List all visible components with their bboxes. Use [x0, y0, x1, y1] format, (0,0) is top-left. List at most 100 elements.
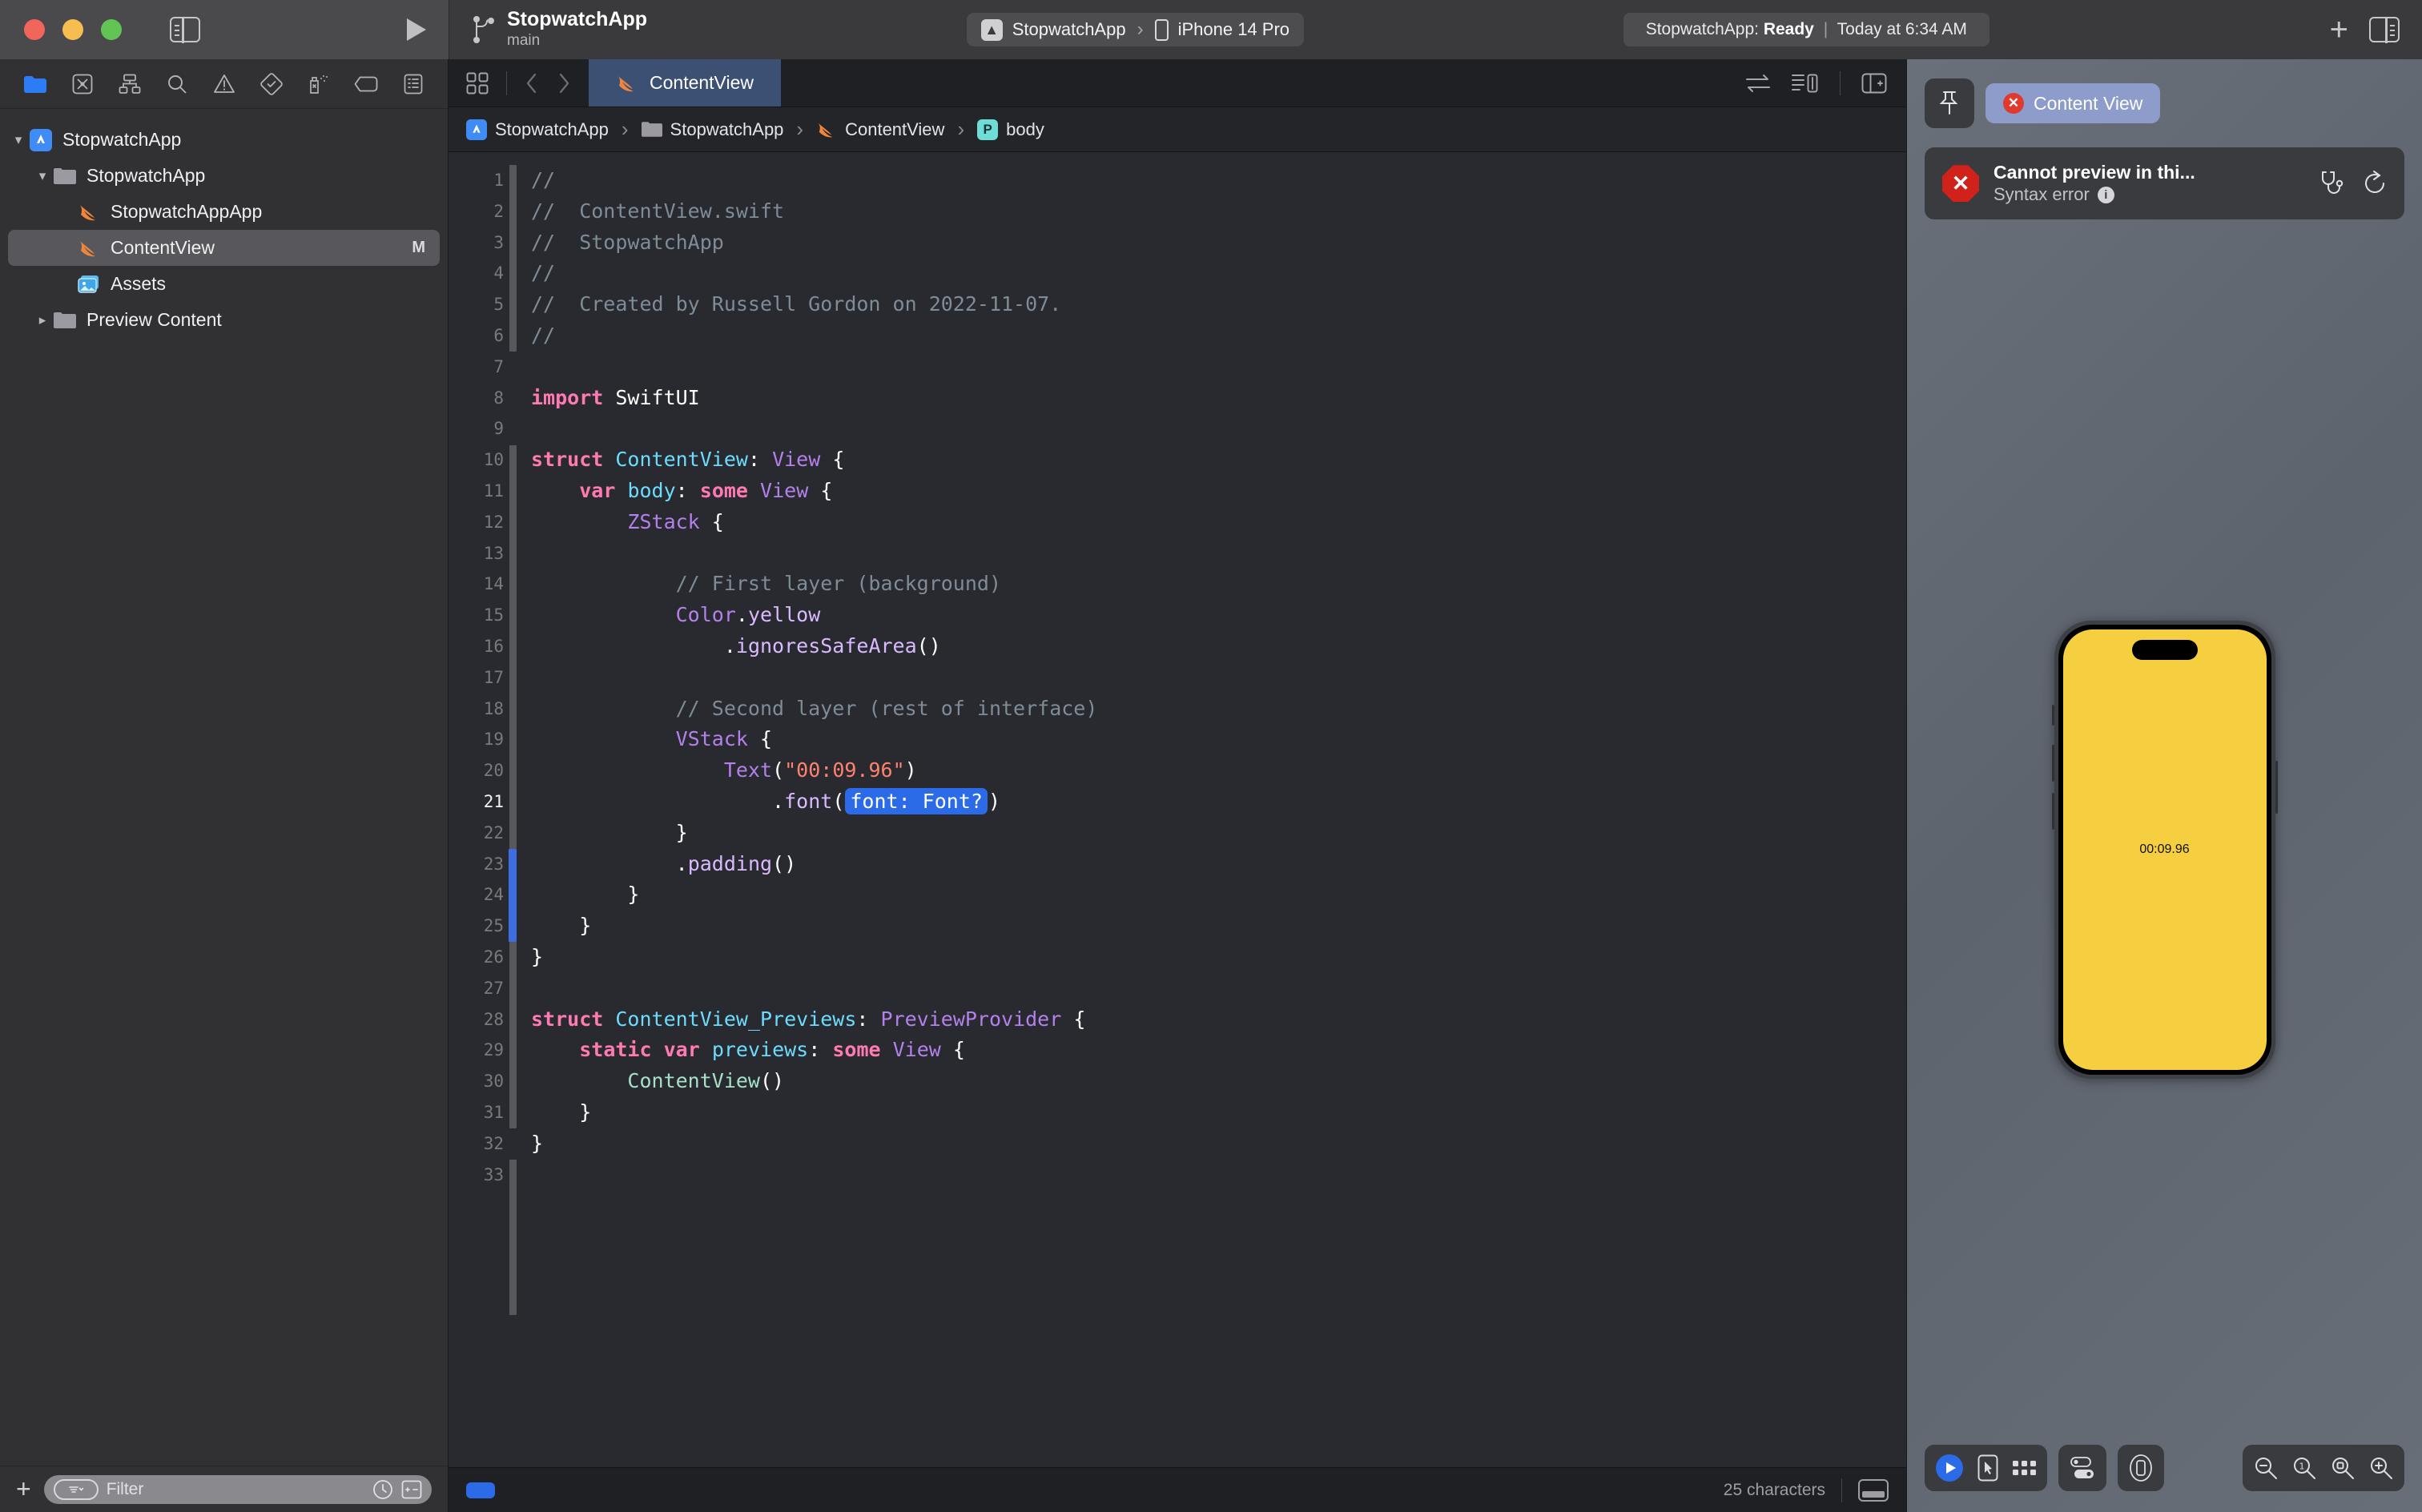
- code-line[interactable]: .padding(): [531, 849, 1906, 880]
- preview-chip-content-view[interactable]: ✕ Content View: [1985, 83, 2161, 123]
- code-line[interactable]: }: [531, 1097, 1906, 1128]
- code-line[interactable]: ZStack {: [531, 507, 1906, 538]
- code-line[interactable]: import SwiftUI: [531, 383, 1906, 414]
- code-line[interactable]: // Second layer (rest of interface): [531, 694, 1906, 725]
- code-line[interactable]: [531, 413, 1906, 444]
- source-control-filter-icon[interactable]: [401, 1480, 422, 1499]
- filter-options-icon[interactable]: [53, 1478, 99, 1500]
- disclosure-open-icon[interactable]: ▾: [8, 132, 29, 148]
- code-line[interactable]: [531, 538, 1906, 569]
- iphone-frame[interactable]: 00:09.96: [2051, 621, 2278, 1080]
- filter-right-icons: [372, 1479, 422, 1500]
- tree-row-project[interactable]: ▾ StopwatchApp: [8, 122, 440, 158]
- zoom-fit-icon[interactable]: [2331, 1456, 2355, 1480]
- code-line[interactable]: // First layer (background): [531, 569, 1906, 600]
- breadcrumb-item-group[interactable]: StopwatchApp: [641, 119, 783, 140]
- editor-options-icon[interactable]: [1792, 73, 1819, 94]
- code-line[interactable]: [531, 973, 1906, 1004]
- toggle-inspector-icon[interactable]: [2368, 16, 2400, 43]
- debug-navigator-icon[interactable]: [303, 70, 335, 99]
- code-line[interactable]: Text("00:09.96"): [531, 755, 1906, 786]
- preview-screen[interactable]: 00:09.96: [2062, 629, 2267, 1071]
- tree-row-preview-content[interactable]: ▸ Preview Content: [8, 302, 440, 338]
- code-line[interactable]: var body: some View {: [531, 476, 1906, 507]
- code-line[interactable]: }: [531, 818, 1906, 849]
- code-line[interactable]: .ignoresSafeArea(): [531, 631, 1906, 662]
- zoom-window-button[interactable]: [101, 19, 122, 40]
- code-line[interactable]: }: [531, 911, 1906, 942]
- code-line[interactable]: // StopwatchApp: [531, 227, 1906, 259]
- breadcrumb-item-file[interactable]: ContentView: [816, 119, 944, 140]
- code-line[interactable]: .font(font: Font?): [531, 786, 1906, 818]
- preview-error-banner[interactable]: ✕ Cannot preview in thi... Syntax error …: [1925, 147, 2404, 220]
- activity-status[interactable]: StopwatchApp: Ready | Today at 6:34 AM: [1623, 13, 1990, 46]
- code-line[interactable]: static var previews: some View {: [531, 1035, 1906, 1066]
- add-editor-button[interactable]: +: [2309, 14, 2369, 46]
- code-line[interactable]: //: [531, 320, 1906, 352]
- window-controls[interactable]: [24, 19, 122, 40]
- navigate-forward-icon[interactable]: [557, 72, 571, 94]
- device-settings-icon[interactable]: [2129, 1454, 2153, 1482]
- report-navigator-icon[interactable]: [397, 70, 429, 99]
- navigate-back-icon[interactable]: [525, 72, 539, 94]
- tab-contentview[interactable]: ContentView: [589, 59, 781, 107]
- code-placeholder-token[interactable]: font: Font?: [845, 787, 988, 814]
- minimap-toggle-icon[interactable]: [1858, 1478, 1889, 1502]
- selectable-mode-icon[interactable]: [1977, 1454, 1998, 1482]
- source-code[interactable]: // // ContentView.swift // StopwatchApp // /…: [517, 152, 1906, 1467]
- disclosure-open-icon[interactable]: ▾: [32, 168, 53, 184]
- code-line[interactable]: struct ContentView: View {: [531, 444, 1906, 476]
- breadcrumb-item-project[interactable]: StopwatchApp: [466, 119, 609, 140]
- breadcrumb-item-symbol[interactable]: P body: [977, 119, 1044, 140]
- close-window-button[interactable]: [24, 19, 45, 40]
- dynamic-type-toggle-icon[interactable]: [2070, 1454, 2095, 1482]
- code-editor[interactable]: 1 2 3 4 5 6 7 8 9 10 11 12 13 14 15 16 17 18 19 20 21 22 23 24 2…: [449, 152, 1906, 1467]
- find-navigator-icon[interactable]: [161, 70, 193, 99]
- code-line[interactable]: // Created by Russell Gordon on 2022-11-…: [531, 289, 1906, 320]
- zoom-out-icon[interactable]: [2254, 1456, 2278, 1480]
- code-line[interactable]: }: [531, 942, 1906, 973]
- run-button[interactable]: [407, 18, 426, 41]
- stethoscope-icon[interactable]: [2318, 170, 2345, 197]
- tab-grid-icon[interactable]: [466, 72, 489, 94]
- code-line[interactable]: [531, 1160, 1906, 1191]
- add-file-button[interactable]: +: [16, 1476, 31, 1502]
- source-control-navigator-icon[interactable]: [66, 70, 99, 99]
- variants-grid-icon[interactable]: [2013, 1461, 2036, 1475]
- tree-row-contentview[interactable]: ContentView M: [8, 230, 440, 266]
- code-line[interactable]: ContentView(): [531, 1066, 1906, 1097]
- code-line[interactable]: struct ContentView_Previews: PreviewProv…: [531, 1004, 1906, 1035]
- breakpoint-navigator-icon[interactable]: [350, 70, 382, 99]
- disclosure-closed-icon[interactable]: ▸: [32, 312, 53, 328]
- code-line[interactable]: [531, 662, 1906, 694]
- tree-row-stopwatchappapp[interactable]: StopwatchAppApp: [8, 194, 440, 230]
- test-navigator-icon[interactable]: [255, 70, 288, 99]
- zoom-100-icon[interactable]: 1: [2292, 1456, 2316, 1480]
- recent-files-icon[interactable]: [372, 1479, 393, 1500]
- code-line[interactable]: // ContentView.swift: [531, 196, 1906, 227]
- code-line[interactable]: [531, 352, 1906, 383]
- add-editor-right-icon[interactable]: [1861, 73, 1887, 94]
- breadcrumb: StopwatchApp › StopwatchApp › ContentVie…: [449, 107, 1906, 152]
- zoom-in-icon[interactable]: [2369, 1456, 2393, 1480]
- code-line[interactable]: }: [531, 879, 1906, 911]
- project-navigator-icon[interactable]: [19, 70, 51, 99]
- hierarchy-navigator-icon[interactable]: [114, 70, 146, 99]
- toggle-navigator-icon[interactable]: [170, 16, 200, 43]
- code-line[interactable]: }: [531, 1128, 1906, 1160]
- related-items-icon[interactable]: [1745, 73, 1771, 94]
- code-line[interactable]: //: [531, 165, 1906, 196]
- info-icon[interactable]: i: [2097, 186, 2114, 203]
- code-line[interactable]: VStack {: [531, 724, 1906, 755]
- minimize-window-button[interactable]: [62, 19, 83, 40]
- code-line[interactable]: Color.yellow: [531, 600, 1906, 631]
- live-preview-button[interactable]: [1936, 1454, 1963, 1482]
- code-line[interactable]: //: [531, 258, 1906, 289]
- pin-preview-button[interactable]: [1925, 78, 1974, 128]
- filter-input[interactable]: Filter: [43, 1474, 432, 1504]
- tree-row-group[interactable]: ▾ StopwatchApp: [8, 158, 440, 194]
- tree-row-assets[interactable]: Assets: [8, 266, 440, 302]
- issue-navigator-icon[interactable]: [208, 70, 240, 99]
- scheme-destination-chip[interactable]: ▲ StopwatchApp › iPhone 14 Pro: [966, 13, 1305, 46]
- refresh-icon[interactable]: [2363, 170, 2387, 197]
